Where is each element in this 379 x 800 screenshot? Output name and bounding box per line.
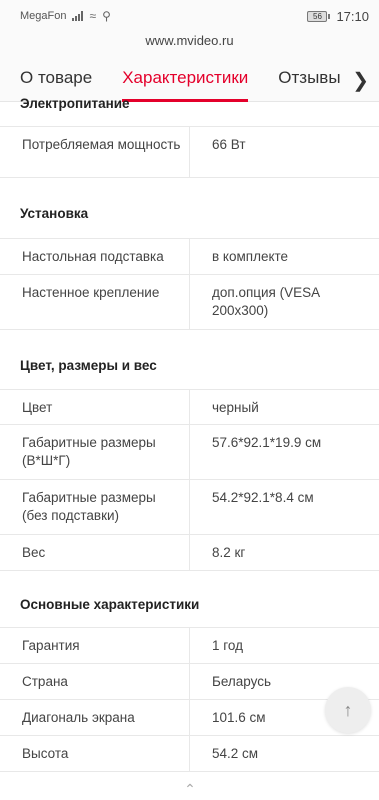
spec-key: Настольная подставка xyxy=(0,239,190,274)
table-row: Цвет черный xyxy=(0,390,379,425)
spec-table-installation: Настольная подставка в комплекте Настенн… xyxy=(0,238,379,330)
tab-specs[interactable]: Характеристики xyxy=(122,68,249,102)
spec-value: 8.2 кг xyxy=(212,545,246,560)
chevron-up-icon[interactable]: ⌃ xyxy=(175,782,205,796)
clock: 17:10 xyxy=(336,8,369,24)
url-text: www.mvideo.ru xyxy=(145,33,234,48)
table-row: Настенное крепление доп.опция (VESA 200x… xyxy=(0,275,379,330)
spec-key: Потребляемая мощность xyxy=(0,127,190,177)
spec-key: Страна xyxy=(0,664,190,699)
tab-about[interactable]: О товаре xyxy=(20,68,92,88)
spec-value: 57.6*92.1*19.9 см xyxy=(212,435,322,450)
table-row: Настольная подставка в комплекте xyxy=(0,239,379,275)
battery-icon: 56 xyxy=(307,10,331,22)
spec-value: 54.2*92.1*8.4 см xyxy=(212,490,314,505)
section-title-main: Основные характеристики xyxy=(20,597,200,612)
spec-table-power: Потребляемая мощность 66 Вт xyxy=(0,126,379,178)
spec-value: черный xyxy=(212,400,259,415)
spec-key: Габаритные размеры (В*Ш*Г) xyxy=(0,425,190,479)
spec-table-main: Гарантия 1 год Страна Беларусь Диагональ… xyxy=(0,627,379,772)
spec-key: Диагональ экрана xyxy=(0,700,190,735)
table-row: Вес 8.2 кг xyxy=(0,535,379,571)
spec-key: Высота xyxy=(0,736,190,771)
spec-value: 54.2 см xyxy=(212,746,259,761)
signal-icon xyxy=(72,11,84,21)
spec-key: Цвет xyxy=(0,390,190,424)
spec-value: доп.опция (VESA 200x300) xyxy=(212,285,320,318)
search-icon: ⚲ xyxy=(102,9,111,23)
table-row: Гарантия 1 год xyxy=(0,628,379,664)
url-bar[interactable]: www.mvideo.ru xyxy=(0,32,379,54)
section-title-color-size: Цвет, размеры и вес xyxy=(20,358,157,373)
table-row: Высота 54.2 см xyxy=(0,736,379,772)
spec-value: 1 год xyxy=(212,638,243,653)
table-row: Страна Беларусь xyxy=(0,664,379,700)
chevron-right-icon[interactable]: ❯ xyxy=(352,68,369,93)
table-row: Диагональ экрана 101.6 см xyxy=(0,700,379,736)
carrier-label: MegaFon xyxy=(20,10,67,22)
spec-key: Настенное крепление xyxy=(0,275,190,329)
wifi-icon: ≈ xyxy=(89,9,97,23)
table-row: Габаритные размеры (В*Ш*Г) 57.6*92.1*19.… xyxy=(0,425,379,480)
spec-key: Вес xyxy=(0,535,190,570)
specs-content: Электропитание Потребляемая мощность 66 … xyxy=(0,96,379,772)
spec-value: в комплекте xyxy=(212,249,289,264)
spec-key: Гарантия xyxy=(0,628,190,663)
arrow-up-icon: ↑ xyxy=(343,699,353,720)
status-bar: MegaFon ≈ ⚲ 56 17:10 xyxy=(0,0,379,32)
spec-value: 66 Вт xyxy=(212,137,246,152)
scroll-to-top-button[interactable]: ↑ xyxy=(325,687,371,733)
section-title-power: Электропитание xyxy=(20,96,130,111)
section-title-installation: Установка xyxy=(20,206,89,221)
table-row: Габаритные размеры (без подставки) 54.2*… xyxy=(0,480,379,535)
tab-reviews[interactable]: Отзывы xyxy=(278,68,340,88)
tab-bar: О товаре Характеристики Отзывы ❯ xyxy=(0,54,379,102)
spec-table-color-size: Цвет черный Габаритные размеры (В*Ш*Г) 5… xyxy=(0,389,379,571)
table-row: Потребляемая мощность 66 Вт xyxy=(0,127,379,178)
spec-key: Габаритные размеры (без подставки) xyxy=(0,480,190,534)
